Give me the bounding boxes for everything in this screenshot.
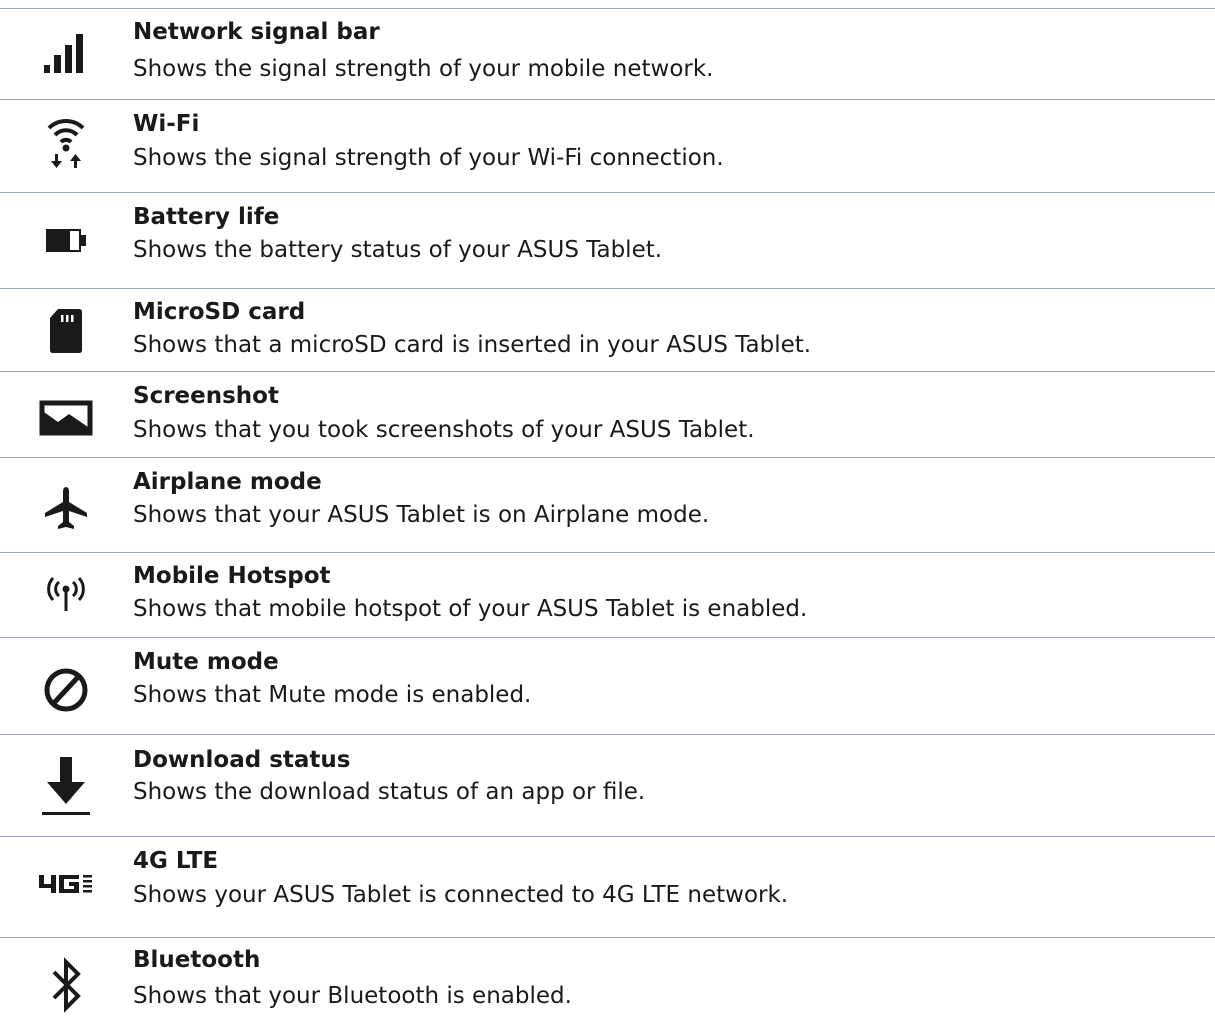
item-description: Shows that a microSD card is inserted in…	[133, 332, 812, 358]
signal-bars-icon	[28, 25, 104, 81]
row-divider	[0, 734, 1215, 735]
sd-card-icon	[28, 302, 104, 360]
item-title: Screenshot	[133, 383, 279, 409]
bluetooth-icon	[28, 955, 104, 1015]
item-description: Shows the battery status of your ASUS Ta…	[133, 237, 663, 263]
item-description: Shows that your ASUS Tablet is on Airpla…	[133, 502, 710, 528]
wifi-icon	[28, 110, 104, 172]
item-title: Network signal bar	[133, 19, 380, 45]
item-description: Shows the download status of an app or f…	[133, 779, 646, 805]
item-title: MicroSD card	[133, 299, 306, 325]
row-divider	[0, 937, 1215, 938]
item-title: Mute mode	[133, 649, 279, 675]
mute-icon	[28, 662, 104, 718]
row-divider	[0, 552, 1215, 553]
airplane-icon	[28, 480, 104, 536]
item-title: Download status	[133, 747, 351, 773]
row-divider	[0, 192, 1215, 193]
row-divider	[0, 836, 1215, 837]
item-description: Shows that mobile hotspot of your ASUS T…	[133, 596, 808, 622]
battery-icon	[28, 220, 104, 260]
item-description: Shows that your Bluetooth is enabled.	[133, 983, 572, 1009]
item-title: Battery life	[133, 204, 280, 230]
download-icon	[28, 752, 104, 820]
row-divider	[0, 288, 1215, 289]
item-title: Airplane mode	[133, 469, 322, 495]
hotspot-icon	[28, 565, 104, 621]
screenshot-icon	[28, 395, 104, 441]
row-divider	[0, 637, 1215, 638]
item-description: Shows the signal strength of your mobile…	[133, 56, 714, 82]
item-title: Wi-Fi	[133, 111, 200, 137]
item-title: Bluetooth	[133, 947, 261, 973]
item-description: Shows your ASUS Tablet is connected to 4…	[133, 882, 789, 908]
item-description: Shows that Mute mode is enabled.	[133, 682, 532, 708]
row-divider	[0, 371, 1215, 372]
item-title: Mobile Hotspot	[133, 563, 331, 589]
item-title: 4G LTE	[133, 848, 219, 874]
row-divider	[0, 457, 1215, 458]
item-description: Shows that you took screenshots of your …	[133, 417, 755, 443]
4g-lte-icon	[28, 866, 104, 902]
row-divider	[0, 99, 1215, 100]
item-description: Shows the signal strength of your Wi-Fi …	[133, 145, 724, 171]
row-divider	[0, 8, 1215, 9]
